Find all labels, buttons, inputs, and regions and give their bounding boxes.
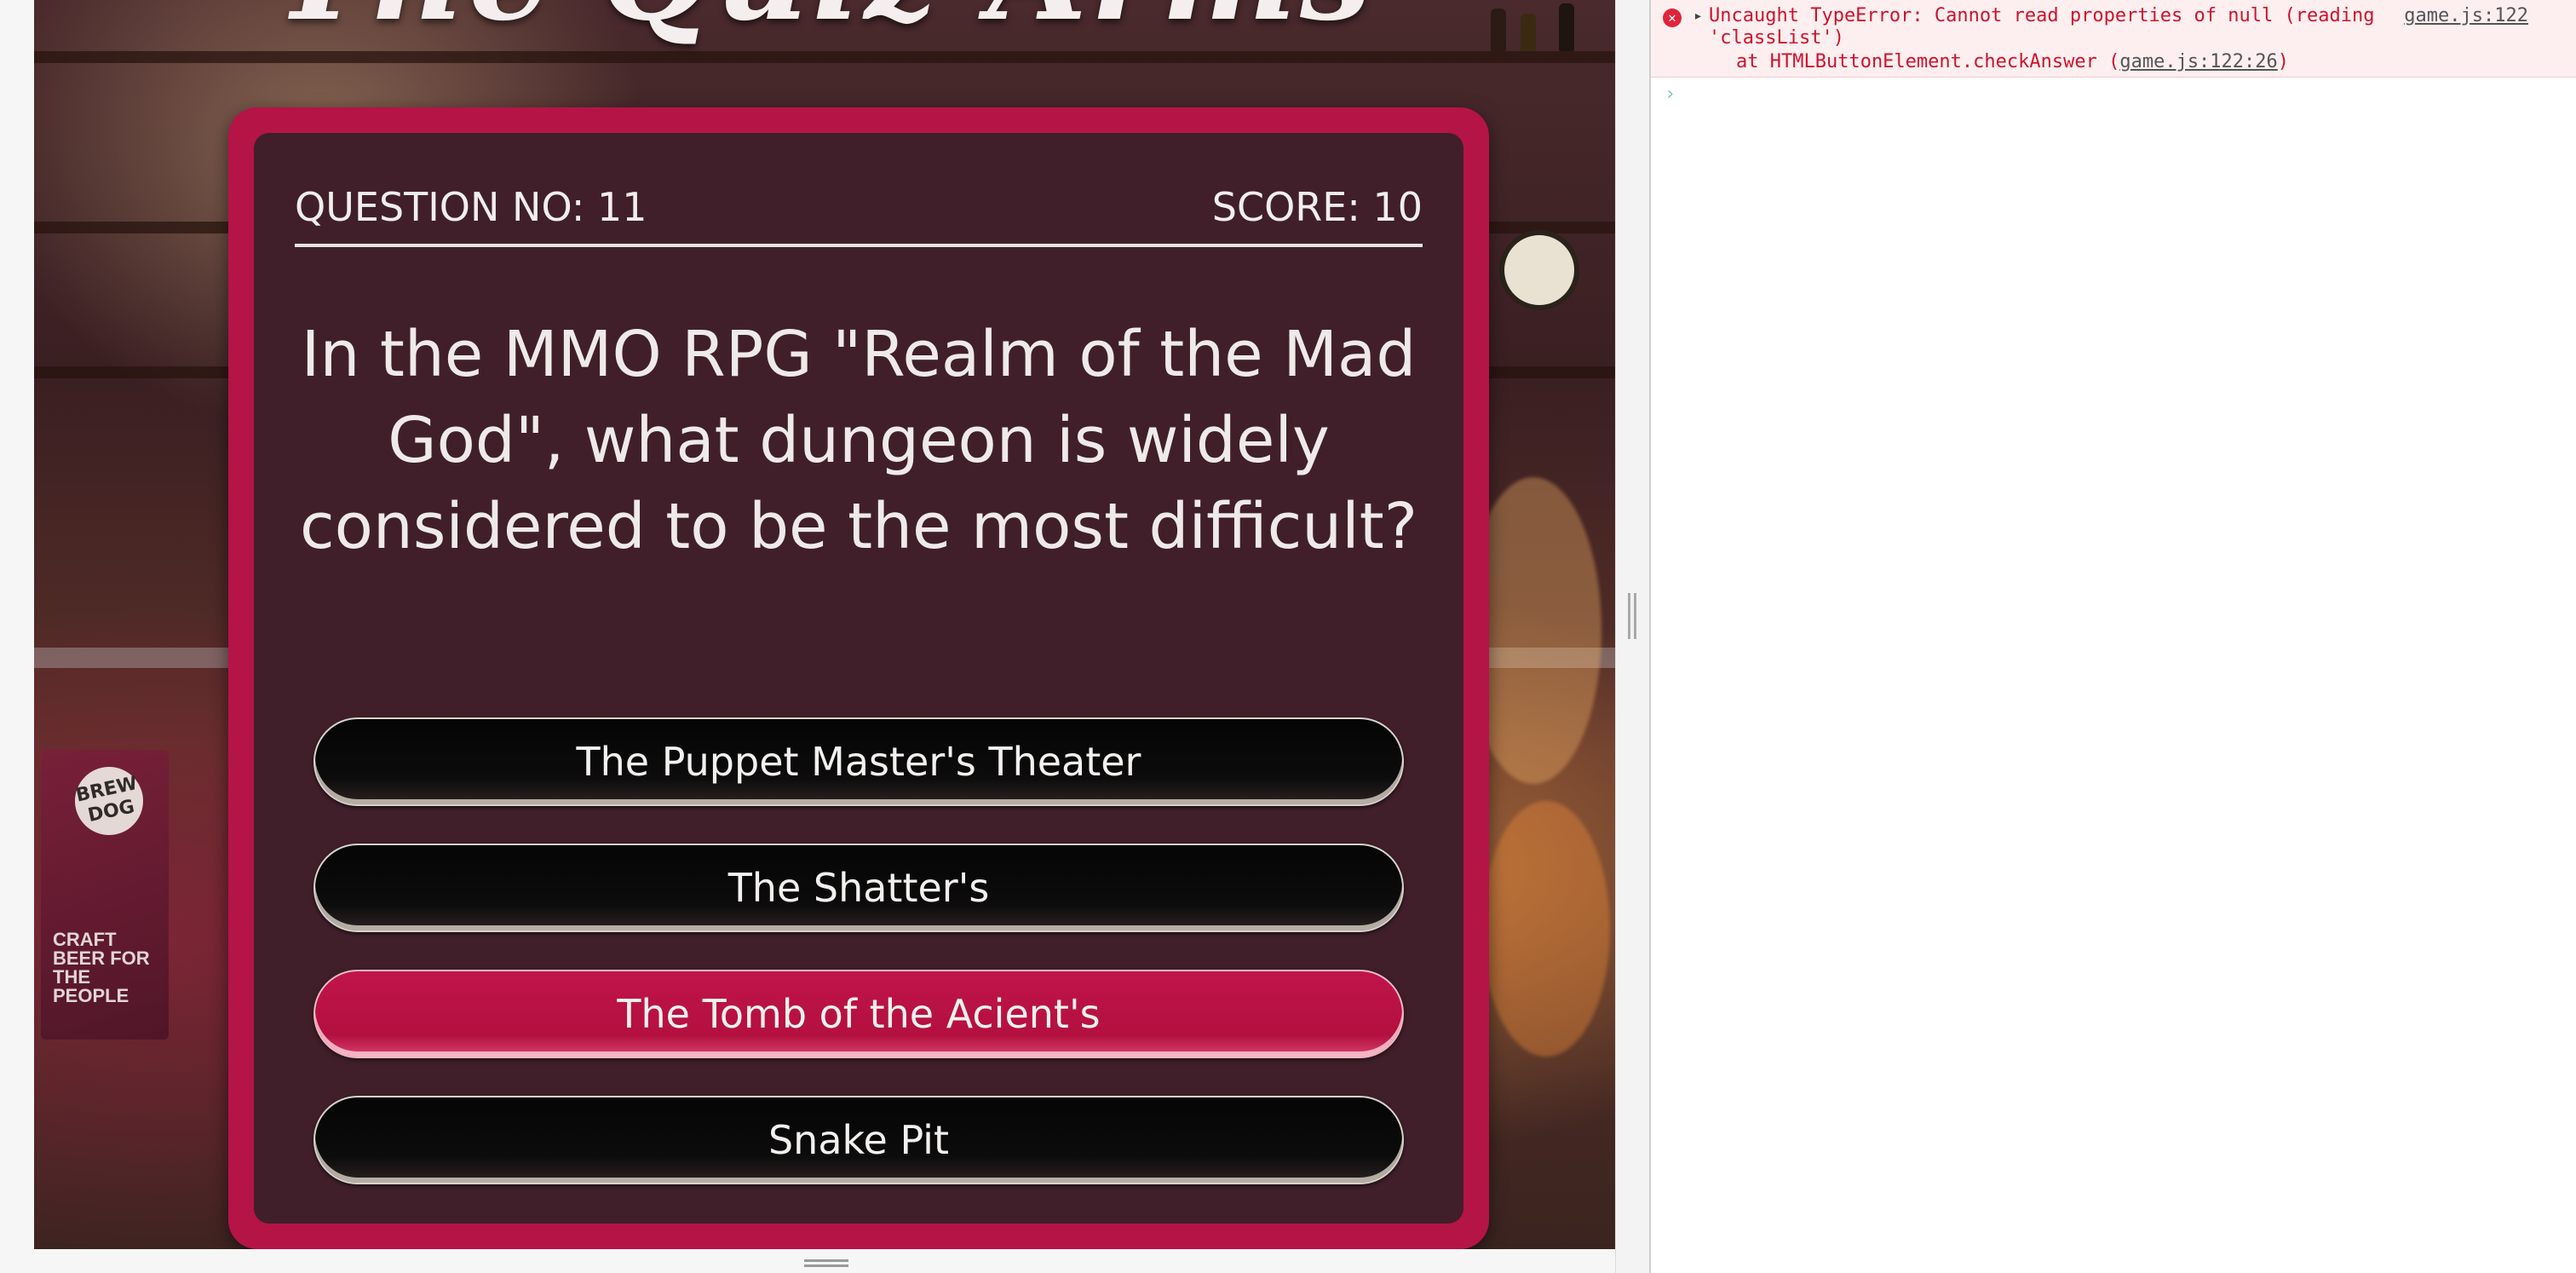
brewdog-sign: BREW DOG CRAFT BEER FOR THE PEOPLE <box>41 750 169 1040</box>
stack-location-link[interactable]: game.js:122:26 <box>2119 51 2277 72</box>
bar-light-glow <box>1482 801 1610 1057</box>
stack-prefix: at HTMLButtonElement.checkAnswer ( <box>1736 51 2120 72</box>
devtools-splitter[interactable] <box>1615 0 1650 1273</box>
stack-suffix: ) <box>2277 51 2290 72</box>
page-viewport: The Quiz Arms BREW DOG CRAFT BEER FOR TH… <box>34 0 1615 1249</box>
bar-shelf <box>34 51 1615 63</box>
quiz-panel: QUESTION NO: 11 SCORE: 10 In the MMO RPG… <box>254 133 1463 1224</box>
error-source-link[interactable]: game.js:122 <box>2404 5 2528 26</box>
error-text-line: 'classList') <box>1709 27 1844 49</box>
error-stack-trace: at HTMLButtonElement.checkAnswer (game.j… <box>1736 51 2289 72</box>
console-prompt[interactable]: › <box>1665 84 1676 105</box>
devtools-console: ✕ ▸ Uncaught TypeError: Cannot read prop… <box>1649 0 2576 1273</box>
quiz-hud: QUESTION NO: 11 SCORE: 10 <box>295 184 1423 247</box>
clock-icon <box>1499 230 1579 310</box>
expand-triangle-icon[interactable]: ▸ <box>1693 7 1703 25</box>
error-text-line: Uncaught TypeError: Cannot read properti… <box>1709 5 2375 26</box>
answer-button-selected[interactable]: The Tomb of the Acient's <box>313 970 1404 1058</box>
resize-grip-icon[interactable] <box>804 1259 848 1270</box>
answer-button[interactable]: The Puppet Master's Theater <box>313 717 1404 806</box>
error-icon: ✕ <box>1663 9 1682 27</box>
question-text: In the MMO RPG "Realm of the Mad God", w… <box>299 318 1418 563</box>
page-title: The Quiz Arms <box>34 0 1615 49</box>
answer-button[interactable]: The Shatter's <box>313 844 1404 932</box>
craft-beer-sign-text: CRAFT BEER FOR THE PEOPLE <box>53 929 150 1006</box>
splitter-grip-icon[interactable] <box>1628 593 1638 639</box>
brewdog-logo: BREW DOG <box>68 760 150 842</box>
quiz-card: QUESTION NO: 11 SCORE: 10 In the MMO RPG… <box>228 107 1489 1249</box>
answer-button[interactable]: Snake Pit <box>313 1096 1404 1184</box>
question-number: QUESTION NO: 11 <box>295 184 647 230</box>
score-display: SCORE: 10 <box>1211 184 1423 230</box>
console-error-message: ✕ ▸ Uncaught TypeError: Cannot read prop… <box>1651 0 2576 78</box>
